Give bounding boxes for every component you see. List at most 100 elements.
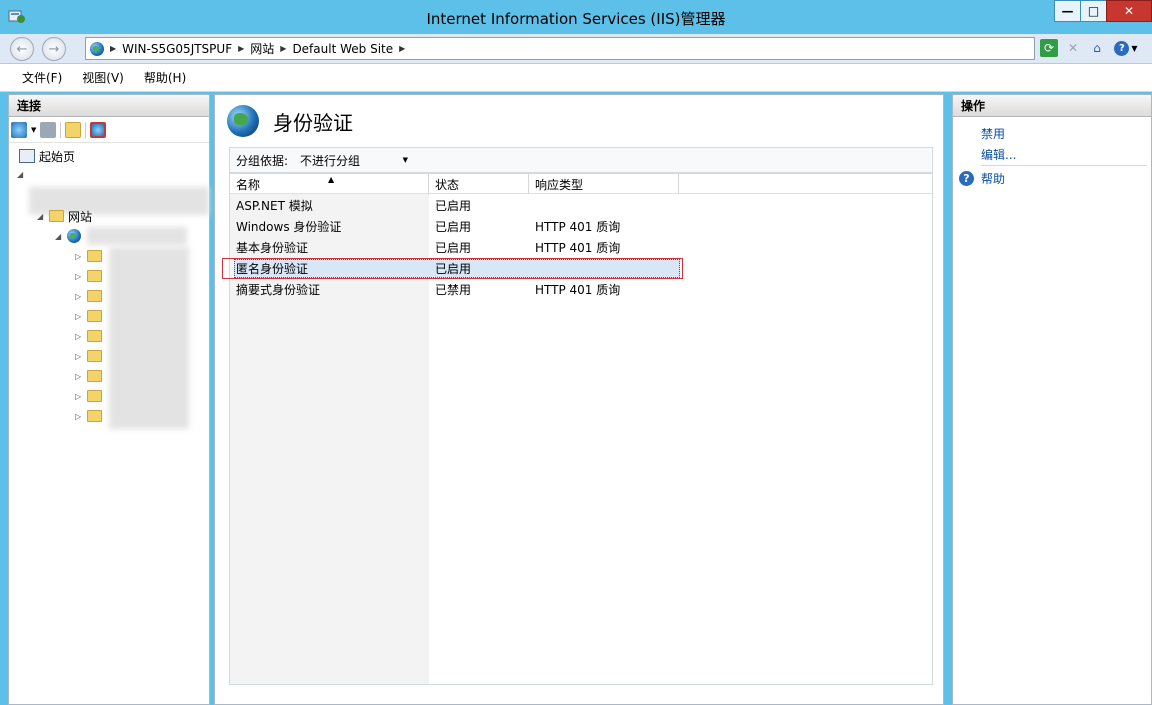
stop-icon[interactable]: ✕ bbox=[1064, 39, 1082, 57]
page-title: 身份验证 bbox=[273, 110, 353, 135]
close-button[interactable]: ✕ bbox=[1106, 0, 1152, 22]
column-label: 名称 bbox=[236, 177, 261, 192]
disconnect-icon[interactable] bbox=[90, 121, 107, 138]
breadcrumb-server[interactable]: WIN-S5G05JTSPUF bbox=[122, 42, 232, 56]
expand-icon[interactable]: ▷ bbox=[75, 312, 83, 321]
folder-icon bbox=[87, 330, 102, 342]
actions-panel: 操作 禁用 编辑... ? 帮助 bbox=[952, 94, 1152, 705]
maximize-button[interactable]: □ bbox=[1080, 0, 1107, 22]
column-header-status[interactable]: 状态 bbox=[429, 174, 529, 194]
globe-icon bbox=[90, 41, 104, 56]
collapse-icon[interactable]: ◢ bbox=[37, 212, 45, 221]
cell-name: 摘要式身份验证 bbox=[236, 282, 321, 297]
tree-folder[interactable]: ▷ bbox=[75, 247, 102, 265]
list-header: 名称 ▲ 状态 响应类型 bbox=[230, 174, 932, 194]
feature-panel: 身份验证 分组依据: 不进行分组 ▼ 名称 ▲ 状态 响应类型 ASP.NET … bbox=[214, 94, 944, 705]
redacted-site-name bbox=[87, 227, 187, 245]
expand-icon[interactable]: ▷ bbox=[75, 392, 83, 401]
tree-item-start-page[interactable]: 起始页 bbox=[19, 147, 75, 165]
tree-item-sites[interactable]: ◢ 网站 bbox=[37, 207, 92, 225]
cell-name: ASP.NET 模拟 bbox=[236, 198, 313, 213]
cell-status: 已启用 bbox=[435, 240, 472, 255]
folder-icon bbox=[87, 390, 102, 402]
sort-ascending-icon: ▲ bbox=[328, 175, 335, 184]
table-row[interactable]: Windows 身份验证 已启用 HTTP 401 质询 bbox=[230, 216, 934, 236]
expand-icon[interactable]: ▷ bbox=[75, 412, 83, 421]
help-dropdown-button[interactable]: ? ▼ bbox=[1112, 39, 1140, 57]
column-label: 响应类型 bbox=[535, 177, 584, 192]
forward-button[interactable]: → bbox=[42, 37, 66, 61]
collapse-icon[interactable]: ◢ bbox=[55, 232, 63, 241]
tree-item-label: 网站 bbox=[68, 209, 93, 224]
column-header-response[interactable]: 响应类型 bbox=[529, 174, 679, 194]
cell-name: 基本身份验证 bbox=[236, 240, 309, 255]
window-title: Internet Information Services (IIS)管理器 bbox=[426, 10, 726, 28]
help-link[interactable]: 帮助 bbox=[981, 170, 1005, 187]
folder-icon bbox=[87, 370, 102, 382]
tree-folder[interactable]: ▷ bbox=[75, 367, 102, 385]
folder-icon bbox=[87, 310, 102, 322]
authentication-list: 名称 ▲ 状态 响应类型 ASP.NET 模拟 已启用 Windows 身份验证… bbox=[229, 173, 933, 685]
cell-response: HTTP 401 质询 bbox=[535, 219, 621, 234]
refresh-icon[interactable]: ⟳ bbox=[1040, 39, 1058, 57]
menu-view[interactable]: 视图(V) bbox=[82, 69, 124, 86]
group-by-label: 分组依据: bbox=[236, 153, 289, 168]
group-by-select[interactable]: 不进行分组 ▼ bbox=[296, 151, 412, 169]
highlight-annotation bbox=[222, 258, 683, 279]
edit-link[interactable]: 编辑... bbox=[981, 146, 1016, 163]
column-label: 状态 bbox=[435, 177, 460, 192]
chevron-down-icon: ▼ bbox=[402, 156, 409, 164]
help-icon: ? bbox=[959, 171, 974, 186]
expand-icon[interactable]: ▷ bbox=[75, 372, 83, 381]
tree-item-default-site[interactable]: ◢ bbox=[55, 227, 81, 245]
back-arrow-icon: ← bbox=[16, 41, 28, 57]
group-by-value: 不进行分组 bbox=[300, 153, 361, 168]
minimize-button[interactable]: — bbox=[1054, 0, 1081, 22]
menu-file[interactable]: 文件(F) bbox=[22, 69, 62, 86]
chevron-down-icon[interactable]: ▼ bbox=[31, 126, 36, 134]
tree-item-server[interactable]: ◢ bbox=[17, 165, 25, 183]
expand-icon[interactable]: ▷ bbox=[75, 292, 83, 301]
cell-name: Windows 身份验证 bbox=[236, 219, 342, 234]
tree-folder[interactable]: ▷ bbox=[75, 347, 102, 365]
tree-folder[interactable]: ▷ bbox=[75, 387, 102, 405]
expand-icon[interactable]: ▷ bbox=[75, 252, 83, 261]
cell-response: HTTP 401 质询 bbox=[535, 240, 621, 255]
up-folder-icon[interactable] bbox=[65, 121, 82, 138]
menu-help[interactable]: 帮助(H) bbox=[144, 69, 186, 86]
expand-icon[interactable]: ▷ bbox=[75, 332, 83, 341]
tree-folder[interactable]: ▷ bbox=[75, 407, 102, 425]
disable-link[interactable]: 禁用 bbox=[981, 125, 1005, 142]
connections-panel: 连接 ▼ 起始页 ◢ ◢ 网站 ◢ ▷ ▷ ▷ ▷ ▷ ▷ ▷ ▷ ▷ bbox=[8, 94, 210, 705]
tree-folder[interactable]: ▷ bbox=[75, 287, 102, 305]
breadcrumb-site[interactable]: Default Web Site bbox=[292, 42, 393, 56]
actions-header: 操作 bbox=[953, 95, 1151, 117]
tree-folder[interactable]: ▷ bbox=[75, 307, 102, 325]
table-row[interactable]: ASP.NET 模拟 已启用 bbox=[230, 195, 934, 215]
home-icon[interactable]: ⌂ bbox=[1088, 39, 1106, 57]
table-row[interactable]: 摘要式身份验证 已禁用 HTTP 401 质询 bbox=[230, 279, 934, 299]
back-button[interactable]: ← bbox=[10, 37, 34, 61]
site-globe-icon bbox=[67, 229, 81, 243]
table-row[interactable]: 基本身份验证 已启用 HTTP 401 质询 bbox=[230, 237, 934, 257]
expand-icon[interactable]: ▷ bbox=[75, 272, 83, 281]
forward-arrow-icon: → bbox=[48, 41, 60, 57]
cell-response bbox=[529, 195, 535, 215]
connect-icon[interactable] bbox=[11, 121, 27, 138]
breadcrumb-sites[interactable]: 网站 bbox=[250, 40, 274, 57]
help-icon: ? bbox=[1114, 40, 1130, 56]
tree-folder[interactable]: ▷ bbox=[75, 327, 102, 345]
redacted-folder-names bbox=[109, 247, 189, 429]
expand-icon[interactable]: ▷ bbox=[75, 352, 83, 361]
cell-status: 已禁用 bbox=[435, 282, 472, 297]
save-icon[interactable] bbox=[40, 121, 57, 138]
address-bar[interactable]: ▶ WIN-S5G05JTSPUF ▶ 网站 ▶ Default Web Sit… bbox=[85, 37, 1035, 60]
folder-icon bbox=[87, 250, 102, 262]
column-header-name[interactable]: 名称 ▲ bbox=[230, 174, 429, 194]
collapse-icon[interactable]: ◢ bbox=[17, 170, 25, 179]
tree-folder[interactable]: ▷ bbox=[75, 267, 102, 285]
title-bar: Internet Information Services (IIS)管理器 —… bbox=[0, 0, 1152, 34]
start-page-icon bbox=[19, 149, 35, 163]
breadcrumb-separator-icon: ▶ bbox=[238, 44, 245, 53]
sites-folder-icon bbox=[49, 210, 64, 222]
